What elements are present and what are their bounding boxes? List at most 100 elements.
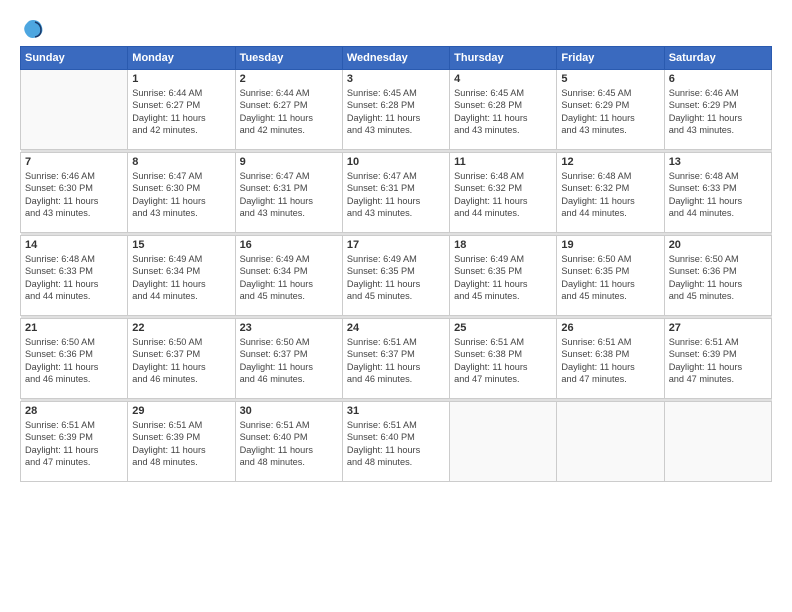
day-number: 29 [132, 405, 230, 417]
day-number: 11 [454, 156, 552, 168]
page: SundayMondayTuesdayWednesdayThursdayFrid… [0, 0, 792, 612]
calendar-cell: 4 Sunrise: 6:45 AMSunset: 6:28 PMDaylight… [450, 70, 557, 150]
calendar-header-row: SundayMondayTuesdayWednesdayThursdayFrid… [21, 47, 772, 70]
day-info: Sunrise: 6:48 AMSunset: 6:33 PMDaylight:… [25, 253, 123, 303]
logo-icon [22, 18, 44, 40]
day-info: Sunrise: 6:49 AMSunset: 6:34 PMDaylight:… [132, 253, 230, 303]
day-number: 24 [347, 322, 445, 334]
calendar-cell: 6 Sunrise: 6:46 AMSunset: 6:29 PMDaylight… [664, 70, 771, 150]
week-row-5: 28 Sunrise: 6:51 AMSunset: 6:39 PMDayligh… [21, 402, 772, 482]
calendar-cell: 5 Sunrise: 6:45 AMSunset: 6:29 PMDaylight… [557, 70, 664, 150]
calendar-header-tuesday: Tuesday [235, 47, 342, 70]
calendar-cell: 27 Sunrise: 6:51 AMSunset: 6:39 PMDayligh… [664, 319, 771, 399]
calendar-cell [557, 402, 664, 482]
day-info: Sunrise: 6:47 AMSunset: 6:30 PMDaylight:… [132, 170, 230, 220]
day-info: Sunrise: 6:51 AMSunset: 6:37 PMDaylight:… [347, 336, 445, 386]
day-info: Sunrise: 6:50 AMSunset: 6:37 PMDaylight:… [240, 336, 338, 386]
day-number: 20 [669, 239, 767, 251]
calendar-cell: 28 Sunrise: 6:51 AMSunset: 6:39 PMDayligh… [21, 402, 128, 482]
day-info: Sunrise: 6:45 AMSunset: 6:29 PMDaylight:… [561, 87, 659, 137]
calendar-cell: 18 Sunrise: 6:49 AMSunset: 6:35 PMDayligh… [450, 236, 557, 316]
day-info: Sunrise: 6:51 AMSunset: 6:38 PMDaylight:… [561, 336, 659, 386]
day-number: 9 [240, 156, 338, 168]
calendar-cell: 29 Sunrise: 6:51 AMSunset: 6:39 PMDayligh… [128, 402, 235, 482]
day-number: 17 [347, 239, 445, 251]
day-info: Sunrise: 6:48 AMSunset: 6:33 PMDaylight:… [669, 170, 767, 220]
day-info: Sunrise: 6:49 AMSunset: 6:35 PMDaylight:… [347, 253, 445, 303]
day-number: 27 [669, 322, 767, 334]
day-info: Sunrise: 6:49 AMSunset: 6:34 PMDaylight:… [240, 253, 338, 303]
calendar-header-friday: Friday [557, 47, 664, 70]
day-number: 12 [561, 156, 659, 168]
day-number: 28 [25, 405, 123, 417]
day-info: Sunrise: 6:47 AMSunset: 6:31 PMDaylight:… [240, 170, 338, 220]
calendar-cell [450, 402, 557, 482]
calendar-cell: 23 Sunrise: 6:50 AMSunset: 6:37 PMDayligh… [235, 319, 342, 399]
day-number: 21 [25, 322, 123, 334]
calendar-cell: 13 Sunrise: 6:48 AMSunset: 6:33 PMDayligh… [664, 153, 771, 233]
day-number: 16 [240, 239, 338, 251]
calendar-cell: 9 Sunrise: 6:47 AMSunset: 6:31 PMDaylight… [235, 153, 342, 233]
calendar-cell [664, 402, 771, 482]
day-number: 30 [240, 405, 338, 417]
calendar-cell: 17 Sunrise: 6:49 AMSunset: 6:35 PMDayligh… [342, 236, 449, 316]
calendar-cell: 14Sunrise: 6:48 AMSunset: 6:33 PMDayligh… [21, 236, 128, 316]
calendar-header-saturday: Saturday [664, 47, 771, 70]
day-info: Sunrise: 6:44 AMSunset: 6:27 PMDaylight:… [240, 87, 338, 137]
day-info: Sunrise: 6:51 AMSunset: 6:39 PMDaylight:… [25, 419, 123, 469]
day-number: 13 [669, 156, 767, 168]
day-number: 23 [240, 322, 338, 334]
calendar-cell: 31Sunrise: 6:51 AMSunset: 6:40 PMDayligh… [342, 402, 449, 482]
calendar-header-sunday: Sunday [21, 47, 128, 70]
calendar-cell: 25 Sunrise: 6:51 AMSunset: 6:38 PMDayligh… [450, 319, 557, 399]
day-info: Sunrise: 6:51 AMSunset: 6:40 PMDaylight:… [240, 419, 338, 469]
calendar-cell: 2 Sunrise: 6:44 AMSunset: 6:27 PMDaylight… [235, 70, 342, 150]
calendar-cell: 30 Sunrise: 6:51 AMSunset: 6:40 PMDayligh… [235, 402, 342, 482]
calendar-cell: 7 Sunrise: 6:46 AMSunset: 6:30 PMDaylight… [21, 153, 128, 233]
day-info: Sunrise: 6:45 AMSunset: 6:28 PMDaylight:… [454, 87, 552, 137]
calendar-cell: 19 Sunrise: 6:50 AMSunset: 6:35 PMDayligh… [557, 236, 664, 316]
day-number: 25 [454, 322, 552, 334]
day-info: Sunrise: 6:49 AMSunset: 6:35 PMDaylight:… [454, 253, 552, 303]
day-number: 4 [454, 73, 552, 85]
day-number: 3 [347, 73, 445, 85]
day-info: Sunrise: 6:46 AMSunset: 6:29 PMDaylight:… [669, 87, 767, 137]
day-number: 8 [132, 156, 230, 168]
day-info: Sunrise: 6:48 AMSunset: 6:32 PMDaylight:… [454, 170, 552, 220]
calendar-cell: 10 Sunrise: 6:47 AMSunset: 6:31 PMDayligh… [342, 153, 449, 233]
day-number: 31 [347, 405, 445, 417]
calendar-cell: 15Sunrise: 6:49 AMSunset: 6:34 PMDayligh… [128, 236, 235, 316]
day-info: Sunrise: 6:51 AMSunset: 6:38 PMDaylight:… [454, 336, 552, 386]
calendar-cell: 11 Sunrise: 6:48 AMSunset: 6:32 PMDayligh… [450, 153, 557, 233]
header [20, 18, 772, 38]
day-number: 18 [454, 239, 552, 251]
day-info: Sunrise: 6:50 AMSunset: 6:37 PMDaylight:… [132, 336, 230, 386]
calendar-header-monday: Monday [128, 47, 235, 70]
calendar-cell: 22Sunrise: 6:50 AMSunset: 6:37 PMDayligh… [128, 319, 235, 399]
day-info: Sunrise: 6:51 AMSunset: 6:39 PMDaylight:… [669, 336, 767, 386]
calendar-header-thursday: Thursday [450, 47, 557, 70]
calendar-cell: 20Sunrise: 6:50 AMSunset: 6:36 PMDayligh… [664, 236, 771, 316]
day-number: 19 [561, 239, 659, 251]
day-number: 1 [132, 73, 230, 85]
day-info: Sunrise: 6:46 AMSunset: 6:30 PMDaylight:… [25, 170, 123, 220]
day-number: 2 [240, 73, 338, 85]
day-number: 10 [347, 156, 445, 168]
calendar-cell: 3 Sunrise: 6:45 AMSunset: 6:28 PMDaylight… [342, 70, 449, 150]
day-number: 5 [561, 73, 659, 85]
day-info: Sunrise: 6:44 AMSunset: 6:27 PMDaylight:… [132, 87, 230, 137]
day-info: Sunrise: 6:51 AMSunset: 6:39 PMDaylight:… [132, 419, 230, 469]
day-info: Sunrise: 6:48 AMSunset: 6:32 PMDaylight:… [561, 170, 659, 220]
calendar-cell: 1 Sunrise: 6:44 AMSunset: 6:27 PMDaylight… [128, 70, 235, 150]
day-info: Sunrise: 6:45 AMSunset: 6:28 PMDaylight:… [347, 87, 445, 137]
calendar-table: SundayMondayTuesdayWednesdayThursdayFrid… [20, 46, 772, 482]
calendar-cell: 26Sunrise: 6:51 AMSunset: 6:38 PMDayligh… [557, 319, 664, 399]
day-info: Sunrise: 6:47 AMSunset: 6:31 PMDaylight:… [347, 170, 445, 220]
calendar-header-wednesday: Wednesday [342, 47, 449, 70]
day-info: Sunrise: 6:50 AMSunset: 6:35 PMDaylight:… [561, 253, 659, 303]
week-row-4: 21Sunrise: 6:50 AMSunset: 6:36 PMDayligh… [21, 319, 772, 399]
calendar-cell: 24 Sunrise: 6:51 AMSunset: 6:37 PMDayligh… [342, 319, 449, 399]
day-number: 7 [25, 156, 123, 168]
day-number: 6 [669, 73, 767, 85]
calendar-cell [21, 70, 128, 150]
